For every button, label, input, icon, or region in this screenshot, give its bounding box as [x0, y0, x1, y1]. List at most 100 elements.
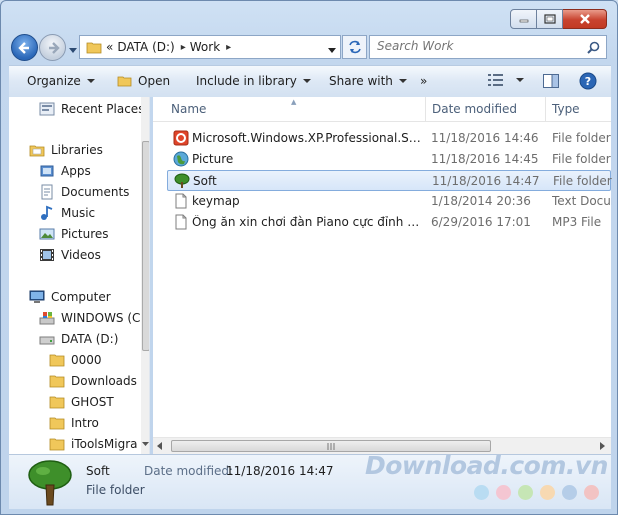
music-icon [39, 205, 55, 221]
refresh-icon [348, 40, 361, 54]
close-icon [579, 14, 590, 24]
sidebar-item-music[interactable]: Music [39, 205, 95, 221]
maximize-icon [543, 14, 556, 24]
file-type: File folder [552, 131, 611, 145]
sidebar-item-label: WINDOWS (C: [61, 311, 145, 325]
text-file-icon [173, 193, 189, 209]
sidebar-item-recent-places[interactable]: Recent Places [39, 101, 144, 117]
refresh-button[interactable] [342, 35, 367, 59]
search-icon[interactable] [587, 41, 600, 54]
file-date: 6/29/2016 17:01 [431, 215, 531, 229]
preview-pane-icon [543, 74, 559, 88]
file-row[interactable]: keymap 1/18/2014 20:36 Text Docum [167, 191, 612, 212]
search-box[interactable] [369, 35, 607, 59]
watermark-dots [474, 485, 606, 500]
dot [584, 485, 599, 500]
apps-library-icon [39, 163, 55, 179]
scroll-right-icon[interactable] [600, 442, 605, 450]
organize-menu[interactable]: Organize [27, 74, 95, 88]
details-file-type: File folder [86, 483, 145, 497]
file-row[interactable]: Picture 11/18/2016 14:45 File folder [167, 149, 611, 170]
sidebar-item-data-drive[interactable]: DATA (D:) [39, 331, 118, 347]
close-button[interactable] [563, 9, 607, 29]
include-in-library-menu[interactable]: Include in library [196, 74, 311, 88]
file-name: Ông ăn xin chơi đàn Piano cực đỉnh ngo..… [192, 215, 422, 229]
sidebar-item-folder-0000[interactable]: 0000 [49, 352, 102, 368]
column-date-modified[interactable]: Date modified [432, 102, 517, 116]
sidebar-scrollbar[interactable] [141, 97, 149, 454]
file-row-selected[interactable]: Soft 11/18/2016 14:47 File folder [167, 170, 612, 191]
file-list-pane: ▲ Name Date modified Type Microsoft.Wind… [153, 97, 612, 454]
details-date-label: Date modified: [144, 464, 234, 478]
sidebar-item-apps[interactable]: Apps [39, 163, 91, 179]
address-segment-data-drive[interactable]: DATA (D:) [117, 40, 174, 54]
file-row[interactable]: Microsoft.Windows.XP.Professional.SP3.x.… [167, 128, 611, 149]
sidebar-item-folder-intro[interactable]: Intro [49, 415, 99, 431]
chevron-down-icon [398, 79, 407, 83]
folder-icon [49, 352, 65, 368]
sidebar-item-computer[interactable]: Computer [29, 289, 111, 305]
column-divider[interactable] [545, 97, 546, 122]
include-in-library-label: Include in library [196, 74, 297, 88]
recent-pages-dropdown[interactable] [69, 43, 77, 57]
hard-drive-icon [39, 331, 55, 347]
sidebar-item-documents[interactable]: Documents [39, 184, 129, 200]
recent-places-icon [39, 101, 55, 117]
sidebar-item-label: 0000 [71, 353, 102, 367]
sidebar-item-folder-ghost[interactable]: GHOST [49, 394, 114, 410]
minimize-button[interactable] [510, 9, 537, 29]
computer-icon [29, 289, 45, 305]
sidebar-item-label: Videos [61, 248, 101, 262]
command-bar: Organize Open Include in library Share w… [9, 65, 611, 97]
explorer-window: « DATA (D:) ▸ Work ▸ Organize Open Inclu… [0, 0, 618, 515]
libraries-icon [29, 142, 45, 158]
globe-icon [173, 151, 189, 167]
change-view-button[interactable] [488, 74, 524, 86]
help-button[interactable]: ? [579, 72, 597, 90]
search-input[interactable] [377, 39, 577, 53]
column-divider[interactable] [425, 97, 426, 122]
sidebar-item-label: DATA (D:) [61, 332, 119, 346]
folder-icon [86, 42, 102, 54]
breadcrumb-separator-icon[interactable]: ▸ [181, 42, 186, 53]
breadcrumb-separator-icon[interactable]: ▸ [226, 42, 231, 53]
view-details-icon [488, 74, 503, 86]
share-with-label: Share with [329, 74, 393, 88]
scroll-left-icon[interactable] [157, 442, 162, 450]
details-date-value: 11/18/2016 14:47 [226, 464, 334, 478]
maximize-button[interactable] [537, 9, 563, 29]
navigation-bar: « DATA (D:) ▸ Work ▸ [9, 33, 611, 61]
share-with-menu[interactable]: Share with [329, 74, 407, 88]
svg-text:?: ? [585, 75, 591, 88]
sidebar-item-videos[interactable]: Videos [39, 247, 101, 263]
sidebar-item-libraries[interactable]: Libraries [29, 142, 103, 158]
address-bar[interactable]: « DATA (D:) ▸ Work ▸ [79, 35, 341, 59]
preview-pane-button[interactable] [543, 74, 559, 88]
address-overflow[interactable]: « [106, 40, 113, 54]
file-type: MP3 File [552, 215, 602, 229]
column-name[interactable]: Name [171, 102, 206, 116]
sidebar-item-pictures[interactable]: Pictures [39, 226, 109, 242]
file-name: keymap [192, 194, 240, 208]
address-segment-work[interactable]: Work [190, 40, 220, 54]
scrollbar-thumb[interactable] [142, 141, 149, 351]
sidebar-item-label: Downloads [71, 374, 137, 388]
column-type[interactable]: Type [552, 102, 580, 116]
scroll-down-icon[interactable] [142, 442, 149, 447]
open-button[interactable]: Open [117, 74, 170, 88]
file-row[interactable]: Ông ăn xin chơi đàn Piano cực đỉnh ngo..… [167, 212, 611, 233]
open-folder-icon [117, 76, 132, 87]
forward-button[interactable] [39, 34, 66, 61]
sidebar-item-folder-itoolsmigra[interactable]: iToolsMigra [49, 436, 138, 452]
pictures-icon [39, 226, 55, 242]
more-commands-button[interactable]: » [420, 74, 427, 88]
more-commands-label: » [420, 74, 428, 88]
chevron-down-icon [516, 78, 524, 82]
sidebar-item-folder-downloads[interactable]: Downloads [49, 373, 137, 389]
sidebar-item-label: Apps [61, 164, 91, 178]
file-date: 1/18/2014 20:36 [431, 194, 531, 208]
sidebar-item-windows-drive[interactable]: WINDOWS (C: [39, 310, 144, 326]
address-history-dropdown[interactable] [328, 43, 336, 57]
folder-icon [49, 373, 65, 389]
back-button[interactable] [11, 34, 38, 61]
